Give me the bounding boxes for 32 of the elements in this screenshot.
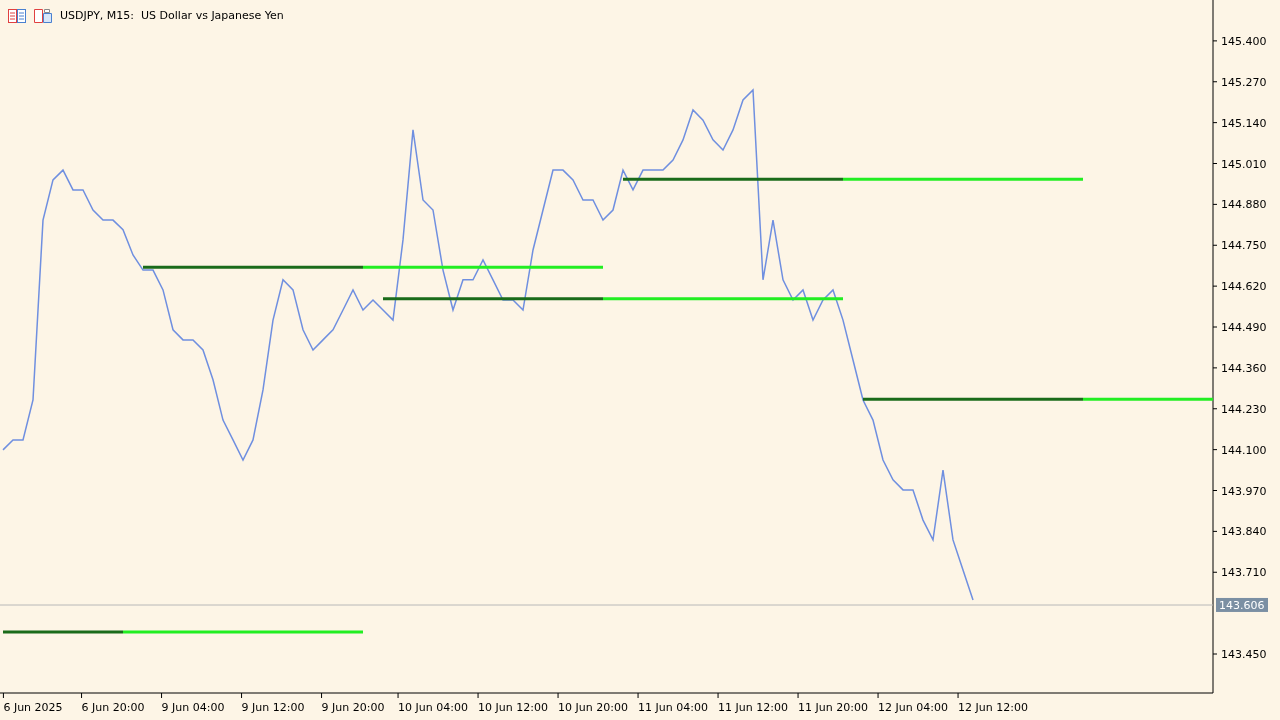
time-label: 11 Jun 20:00 <box>798 701 868 714</box>
time-label: 9 Jun 12:00 <box>241 701 305 714</box>
time-label: 10 Jun 20:00 <box>558 701 628 714</box>
price-label: 143.970 <box>1221 484 1267 498</box>
time-label: 11 Jun 12:00 <box>718 701 788 714</box>
template-icon[interactable] <box>34 9 52 24</box>
chart-title: USDJPY, M15: US Dollar vs Japanese Yen <box>60 8 284 24</box>
price-label: 145.400 <box>1221 34 1267 48</box>
price-label: 145.140 <box>1221 116 1267 130</box>
time-label: 10 Jun 12:00 <box>478 701 548 714</box>
price-label: 144.620 <box>1221 280 1267 294</box>
price-label: 145.010 <box>1221 157 1267 171</box>
price-label: 144.360 <box>1221 361 1267 375</box>
time-label: 12 Jun 04:00 <box>878 701 948 714</box>
price-label: 144.100 <box>1221 443 1267 457</box>
price-label: 144.490 <box>1221 321 1267 334</box>
time-label: 12 Jun 12:00 <box>958 701 1028 714</box>
time-label: 10 Jun 04:00 <box>398 701 468 714</box>
price-label: 143.710 <box>1221 566 1267 580</box>
list-icon[interactable] <box>8 9 26 24</box>
time-label: 6 Jun 20:00 <box>81 701 145 714</box>
price-label: 144.230 <box>1221 402 1267 416</box>
price-label: 144.880 <box>1221 198 1267 212</box>
current-price-badge: 143.606 <box>1216 597 1268 612</box>
price-label: 144.750 <box>1221 239 1267 253</box>
price-label: 143.450 <box>1221 648 1267 661</box>
price-label: 143.840 <box>1221 525 1267 539</box>
time-label: 9 Jun 20:00 <box>321 701 385 714</box>
time-label: 11 Jun 04:00 <box>638 701 708 714</box>
price-label: 145.270 <box>1221 75 1267 89</box>
time-label: 6 Jun 2025 <box>3 701 63 714</box>
time-label: 9 Jun 04:00 <box>161 701 225 714</box>
